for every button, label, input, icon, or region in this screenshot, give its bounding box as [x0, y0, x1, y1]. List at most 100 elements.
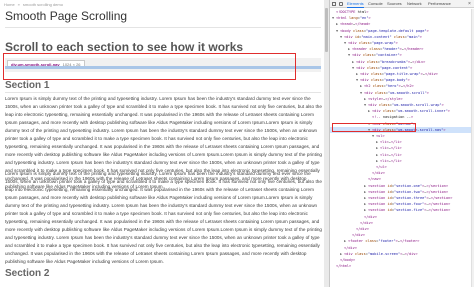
dom-node-markup: <!DOCTYPE html> [336, 10, 369, 14]
dom-node[interactable]: ▶ <section id="section-three">…</section> [330, 195, 474, 201]
tab-performance[interactable]: Performance [428, 1, 451, 7]
dom-node[interactable]: ▶ <li>…</li> [330, 139, 474, 145]
dom-node-markup: </div> [352, 233, 365, 238]
dom-node-markup: <!-- navigation --> [372, 115, 414, 120]
annotation-box-page [3, 53, 296, 80]
dom-node-markup: <li>…</li> [380, 158, 402, 163]
dom-node[interactable]: ▶ <section id="section-five">…</section> [330, 207, 474, 213]
dom-node[interactable]: ▶ <div class="page-title-wrap">…</div> [330, 71, 474, 77]
dom-node[interactable]: ▶ <li>…</li> [330, 158, 474, 164]
dom-node-markup: <div class="um-smooth-scroll"> [364, 90, 429, 95]
dom-node-markup: <div class="container"> [352, 53, 402, 58]
dom-node[interactable]: ▼ <div class="page-wrap"> [330, 40, 474, 46]
dom-node[interactable]: ▶ <div class="breadcrumbs">…</div> [330, 59, 474, 65]
dom-node[interactable]: ▶ <header class="header">…</header> [330, 46, 474, 52]
dom-node-markup: <div id="main-content" class="main"> [344, 34, 422, 39]
dom-node[interactable]: </div> [330, 226, 474, 232]
dom-node[interactable]: ▼ <div id="main-content" class="main"> [330, 34, 474, 40]
dom-node-markup: </ul> [376, 165, 387, 169]
dom-node[interactable]: <!-- navigation --> [330, 114, 474, 120]
dom-node[interactable]: ▼ <div class="container"> [330, 52, 474, 58]
dom-node-markup: <section id="section-one">…</section> [368, 183, 449, 188]
dom-node-markup: <li>…</li> [380, 140, 402, 145]
dom-node[interactable]: ▶ <h2 class="hero">…</h2> [330, 83, 474, 89]
section-1-text-2: Lorem Ipsum is simply dummy text of the … [5, 171, 322, 264]
section-2-heading: Section 2 [5, 268, 50, 279]
dom-node[interactable]: </div> [330, 214, 474, 220]
page-title: Smooth Page Scrolling [5, 9, 128, 23]
dom-node-markup: <div class="page-wrap"> [348, 41, 398, 45]
dom-node[interactable]: ▶ <footer class="footer">…</footer> [330, 238, 474, 244]
dom-node[interactable]: ▶ <li>…</li> [330, 145, 474, 151]
dom-node[interactable]: ▶ <section id="section-four">…</section> [330, 201, 474, 207]
dom-node-markup: <head>…</head> [340, 22, 371, 27]
dom-node[interactable]: ▶ <li>…</li> [330, 152, 474, 158]
dom-node-markup: <li>…</li> [380, 152, 402, 157]
dom-node[interactable]: ▶ <div class="mobile-screen">…</div> [330, 251, 474, 257]
dom-node-markup: </div> [344, 245, 357, 250]
dom-node-markup: </div> [360, 220, 373, 225]
annotation-box-devtools [332, 123, 416, 132]
dom-node-markup: <ul> [376, 134, 385, 138]
dom-node-markup: <section id="section-five">…</section> [368, 208, 451, 213]
dom-node[interactable]: ▼ <ul> [330, 133, 474, 139]
dom-node-markup: </body> [340, 258, 356, 262]
section-divider [5, 92, 321, 93]
breadcrumb-home-link[interactable]: Home [4, 2, 15, 7]
dom-node[interactable]: </body> [330, 257, 474, 263]
dom-node[interactable]: ▶ <style>…</style> [330, 96, 474, 102]
hero-heading: Scroll to each section to see how it wor… [5, 40, 244, 54]
dom-node-markup: <div class="mobile-screen">…</div> [344, 251, 418, 256]
web-page: Home» smooth scrolling demo Smooth Page S… [0, 0, 329, 287]
inspect-element-icon[interactable] [332, 2, 336, 6]
dom-tree: <!DOCTYPE html> ▼ <html lang="en"> ▶ <head>…… [330, 9, 474, 287]
dom-node[interactable]: </div> [330, 220, 474, 226]
dom-node[interactable]: ▶ <head>…</head> [330, 21, 474, 27]
dom-node-markup: <li>…</li> [380, 146, 402, 151]
dom-node[interactable]: ▼ <div class="um-smooth-scroll"> [330, 90, 474, 96]
dom-node[interactable]: ▼ <div class="page-body"> [330, 77, 474, 83]
dom-node-markup: <div class="breadcrumbs">…</div> [356, 59, 426, 64]
dom-node[interactable]: </html> [330, 263, 474, 269]
dom-node[interactable]: ▶ <section id="section-two">…</section> [330, 189, 474, 195]
section-1-heading: Section 1 [5, 80, 50, 91]
dom-node-markup: <div class="page-title-wrap">…</div> [360, 72, 438, 76]
dom-node[interactable]: ▶ <section id="section-one">…</section> [330, 183, 474, 189]
breadcrumb-separator: » [17, 2, 20, 7]
tab-console[interactable]: Console [368, 1, 383, 7]
tab-sources[interactable]: Sources [387, 1, 402, 7]
dom-node[interactable]: </div> [330, 232, 474, 238]
page-scrollbar-thumb[interactable] [325, 8, 328, 52]
title-divider [5, 27, 321, 28]
device-toolbar-icon[interactable] [339, 2, 343, 6]
dom-node-markup: <html lang="en"> [336, 16, 371, 21]
tab-elements[interactable]: Elements [347, 1, 364, 8]
dom-node[interactable]: ▼ <html lang="en"> [330, 15, 474, 21]
dom-node-markup: <footer class="footer">…</footer> [348, 239, 420, 244]
devtools-panel: Elements Console Sources Network Perform… [329, 0, 474, 287]
dom-node[interactable]: ▼ <div class="page-content"> [330, 65, 474, 71]
dom-node-markup: </html> [336, 264, 352, 269]
dom-node[interactable]: </div> [330, 170, 474, 176]
dom-node-markup: <div class="page-content"> [356, 65, 413, 70]
dom-node-markup: <style>…</style> [368, 96, 403, 101]
dom-node[interactable]: </div> [330, 245, 474, 251]
dom-node[interactable]: </nav> [330, 176, 474, 182]
dom-node[interactable]: ▼ <div class="um-smooth-scroll-wrap"> [330, 102, 474, 108]
dom-node[interactable]: ▶ <div class="um-smooth-scroll-inner"> [330, 108, 474, 114]
devtools-toolbar: Elements Console Sources Network Perform… [330, 0, 474, 8]
close-icon[interactable]: × [468, 1, 471, 7]
dom-node-markup: <section id="section-two">…</section> [368, 189, 449, 194]
dom-node-markup: <section id="section-three">…</section> [368, 196, 453, 200]
dom-node-markup: <div class="um-smooth-scroll-wrap"> [368, 103, 444, 107]
dom-node-markup: <header class="header">…</header> [352, 47, 424, 52]
dom-node[interactable]: </ul> [330, 164, 474, 170]
dom-node[interactable]: ▼ <body class="page-template-default page… [330, 28, 474, 34]
breadcrumb: Home» smooth scrolling demo [4, 2, 63, 7]
breadcrumb-current: smooth scrolling demo [22, 2, 63, 7]
dom-node-markup: </div> [356, 227, 369, 231]
tab-network[interactable]: Network [407, 1, 422, 7]
dom-node[interactable]: <!DOCTYPE html> [330, 9, 474, 15]
dom-node-markup: <div class="page-body"> [360, 78, 410, 83]
dom-node-markup: <body class="page-template-default page"… [340, 28, 429, 33]
